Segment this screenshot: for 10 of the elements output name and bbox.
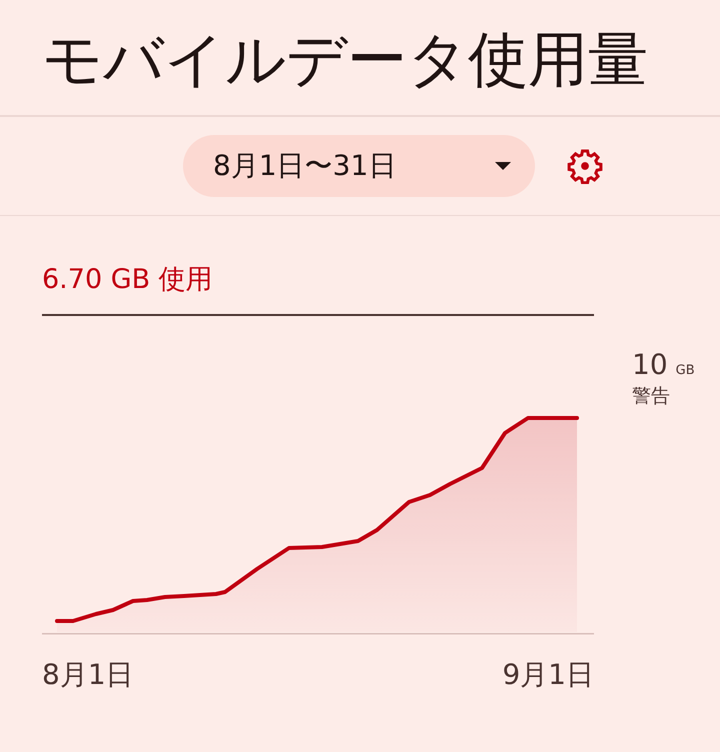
date-label: 9月1日 xyxy=(502,657,594,693)
warning-unit: GB xyxy=(676,363,695,378)
warning-value: 10 xyxy=(632,348,668,381)
page-title: モバイルデータ使用量 xyxy=(41,24,649,97)
date-label: 8月1日 xyxy=(42,657,134,693)
date-range-dropdown[interactable]: 8月1日〜31日 xyxy=(183,134,535,196)
usage-total: 6.70 GB 使用 xyxy=(42,263,214,297)
warning-label: 警告 xyxy=(632,384,671,409)
caret-icon xyxy=(495,162,511,170)
settings-icon[interactable] xyxy=(567,148,603,184)
